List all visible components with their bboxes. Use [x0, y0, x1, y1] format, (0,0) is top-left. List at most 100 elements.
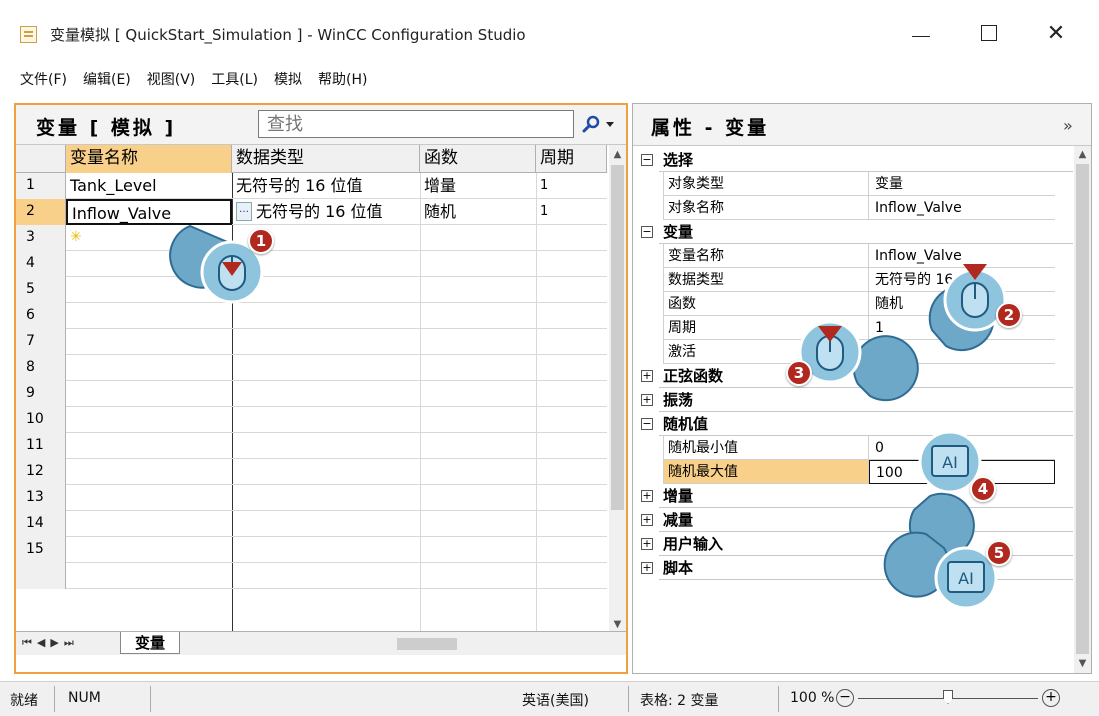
- row-number[interactable]: 2: [16, 199, 66, 225]
- scroll-down-icon[interactable]: ▼: [612, 619, 623, 630]
- zoom-in-icon[interactable]: +: [1042, 689, 1060, 707]
- property-value-function[interactable]: 随机: [869, 292, 1055, 316]
- search-icon[interactable]: [581, 114, 601, 134]
- cell-name-active[interactable]: Inflow_Valve: [66, 199, 232, 225]
- table-row[interactable]: 11: [16, 433, 607, 459]
- property-value-period[interactable]: 1: [869, 316, 1055, 340]
- row-number[interactable]: 15: [16, 537, 66, 563]
- table-vertical-scrollbar[interactable]: ▲ ▼: [609, 145, 626, 635]
- scroll-thumb[interactable]: [1076, 164, 1089, 654]
- table-row[interactable]: 14: [16, 511, 607, 537]
- menu-edit[interactable]: 编辑(E): [83, 69, 131, 89]
- zoom-slider-thumb[interactable]: [943, 690, 953, 704]
- table-horizontal-scrollbar[interactable]: [361, 637, 611, 651]
- property-row[interactable]: 对象名称 Inflow_Valve: [633, 196, 1073, 220]
- property-group-decrement[interactable]: + 减量: [633, 508, 1073, 532]
- expand-plus-icon[interactable]: +: [641, 514, 653, 526]
- menu-simulate[interactable]: 模拟: [274, 69, 302, 89]
- row-number[interactable]: 11: [16, 433, 66, 459]
- menu-file[interactable]: 文件(F): [20, 69, 67, 89]
- scroll-up-icon[interactable]: ▲: [1077, 149, 1088, 160]
- scroll-down-icon[interactable]: ▼: [1077, 658, 1088, 669]
- table-row[interactable]: [16, 563, 607, 589]
- property-value-active[interactable]: ✓: [869, 340, 1055, 364]
- minimize-button[interactable]: [898, 18, 944, 48]
- property-row[interactable]: 数据类型 无符号的 16 位值: [633, 268, 1073, 292]
- column-header-type[interactable]: 数据类型: [232, 145, 420, 173]
- cell-type[interactable]: 无符号的 16 位值: [232, 173, 420, 199]
- property-value-random-min[interactable]: 0: [869, 436, 1055, 460]
- row-number[interactable]: [16, 563, 66, 589]
- expand-plus-icon[interactable]: +: [641, 562, 653, 574]
- sheet-nav-icons[interactable]: ⏮◀▶⏭: [22, 636, 79, 650]
- row-number[interactable]: 13: [16, 485, 66, 511]
- scroll-up-icon[interactable]: ▲: [612, 149, 623, 160]
- table-row[interactable]: 1 Tank_Level 无符号的 16 位值 增量 1: [16, 173, 607, 199]
- cell-function[interactable]: 随机: [420, 199, 536, 225]
- row-number[interactable]: 9: [16, 381, 66, 407]
- property-value-var-name[interactable]: Inflow_Valve: [869, 244, 1055, 268]
- cell-type[interactable]: 无符号的 16 位值: [232, 199, 420, 225]
- menu-help[interactable]: 帮助(H): [318, 69, 367, 89]
- menu-view[interactable]: 视图(V): [147, 69, 196, 89]
- chevron-down-icon[interactable]: [606, 122, 614, 127]
- zoom-out-icon[interactable]: −: [836, 689, 854, 707]
- expand-icon[interactable]: »: [1063, 116, 1073, 135]
- row-number[interactable]: 3: [16, 225, 66, 251]
- active-checkbox[interactable]: ✓: [875, 345, 888, 358]
- close-button[interactable]: ✕: [1033, 18, 1079, 48]
- search-input[interactable]: [259, 111, 573, 137]
- expand-plus-icon[interactable]: +: [641, 394, 653, 406]
- row-number[interactable]: 10: [16, 407, 66, 433]
- property-row[interactable]: 激活 ✓: [633, 340, 1073, 364]
- row-number[interactable]: 1: [16, 173, 66, 199]
- expand-plus-icon[interactable]: +: [641, 370, 653, 382]
- row-number[interactable]: 4: [16, 251, 66, 277]
- row-number[interactable]: 14: [16, 511, 66, 537]
- row-number[interactable]: 7: [16, 329, 66, 355]
- collapse-icon[interactable]: −: [641, 154, 653, 166]
- ellipsis-button[interactable]: …: [236, 202, 252, 221]
- search-box[interactable]: [258, 110, 574, 138]
- table-row[interactable]: 15: [16, 537, 607, 563]
- column-header-function[interactable]: 函数: [420, 145, 536, 173]
- scroll-thumb[interactable]: [397, 638, 457, 650]
- property-group-selection[interactable]: − 选择: [633, 148, 1073, 172]
- expand-plus-icon[interactable]: +: [641, 490, 653, 502]
- property-value-data-type[interactable]: 无符号的 16 位值: [869, 268, 1055, 292]
- table-row[interactable]: 10: [16, 407, 607, 433]
- property-group-sine[interactable]: + 正弦函数: [633, 364, 1073, 388]
- column-header-period[interactable]: 周期: [536, 145, 607, 173]
- table-row[interactable]: 9: [16, 381, 607, 407]
- row-number[interactable]: 6: [16, 303, 66, 329]
- property-group-oscillation[interactable]: + 振荡: [633, 388, 1073, 412]
- table-row[interactable]: 4: [16, 251, 607, 277]
- cell-period[interactable]: 1: [536, 173, 596, 199]
- expand-plus-icon[interactable]: +: [641, 538, 653, 550]
- property-value-random-max[interactable]: 100: [869, 460, 1055, 484]
- table-row[interactable]: 5: [16, 277, 607, 303]
- properties-vertical-scrollbar[interactable]: ▲ ▼: [1074, 146, 1091, 673]
- property-row[interactable]: 对象类型 变量: [633, 172, 1073, 196]
- column-header-name[interactable]: 变量名称: [66, 145, 232, 173]
- maximize-button[interactable]: [966, 18, 1012, 48]
- sheet-tab-variables[interactable]: 变量: [120, 632, 181, 654]
- table-row[interactable]: 2 Inflow_Valve 无符号的 16 位值 … 随机 1: [16, 199, 607, 225]
- collapse-icon[interactable]: −: [641, 418, 653, 430]
- scroll-thumb[interactable]: [611, 165, 624, 510]
- menu-tools[interactable]: 工具(L): [211, 69, 258, 89]
- cell-name[interactable]: Tank_Level: [66, 173, 232, 199]
- table-row[interactable]: 12: [16, 459, 607, 485]
- property-row[interactable]: 变量名称 Inflow_Valve: [633, 244, 1073, 268]
- table-row[interactable]: 8: [16, 355, 607, 381]
- row-number[interactable]: 5: [16, 277, 66, 303]
- cell-period[interactable]: 1: [536, 199, 596, 225]
- property-group-random[interactable]: − 随机值: [633, 412, 1073, 436]
- cell-function[interactable]: 增量: [420, 173, 536, 199]
- property-row[interactable]: 随机最小值 0: [633, 436, 1073, 460]
- collapse-icon[interactable]: −: [641, 226, 653, 238]
- property-group-increment[interactable]: + 增量: [633, 484, 1073, 508]
- property-group-variable[interactable]: − 变量: [633, 220, 1073, 244]
- row-number[interactable]: 8: [16, 355, 66, 381]
- table-row[interactable]: 13: [16, 485, 607, 511]
